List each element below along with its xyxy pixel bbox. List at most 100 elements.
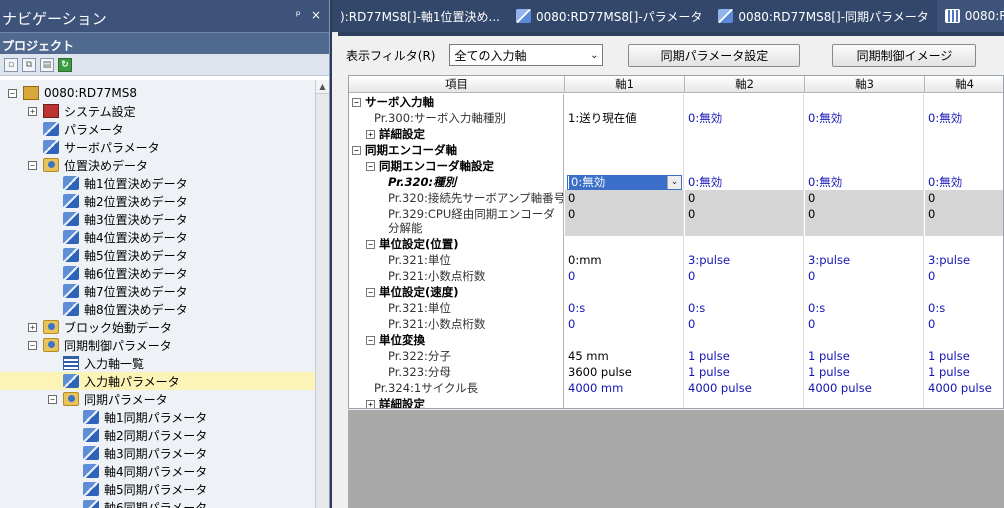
paste-icon[interactable]: ▤ [40,57,54,72]
tree-item[interactable]: − 位置決めデータ [0,156,148,174]
column-header-item[interactable]: 項目 [349,76,565,93]
sync-parameter-settings-button[interactable]: 同期パラメータ設定 [628,43,801,67]
grid-value-cell[interactable]: 0 [925,316,1003,332]
tree-item[interactable]: 軸3同期パラメータ [0,444,207,462]
grid-value-cell[interactable]: 4000 pulse [685,380,804,396]
grid-value-cell[interactable]: 0 [805,268,924,284]
grid-value-cell[interactable]: 3:pulse [805,252,924,268]
tree-item[interactable]: サーボパラメータ [0,138,160,156]
collapse-icon[interactable]: − [366,162,375,171]
column-header-axis[interactable]: 軸1 [565,76,685,93]
tree-item[interactable]: 軸7位置決めデータ [0,282,188,300]
param-icon [83,410,99,424]
grid-value-cell[interactable]: 0:s [565,300,684,316]
tree-item[interactable]: 軸1同期パラメータ [0,408,207,426]
grid-value-cell[interactable]: 3600 pulse [565,364,684,380]
grid-value-cell[interactable]: 1 pulse [685,364,804,380]
display-filter-select[interactable]: 全ての入力軸 ⌄ [449,44,604,66]
expand-icon[interactable]: + [366,130,375,139]
tree-item[interactable]: 入力軸パラメータ [0,372,316,390]
grid-value-cell[interactable]: 4000 pulse [925,380,1003,396]
scroll-up-icon[interactable]: ▲ [316,80,329,94]
tree-item[interactable]: 入力軸一覧 [0,354,144,372]
column-header-axis[interactable]: 軸3 [805,76,925,93]
type-dropdown[interactable]: 0:無効 ⌄ [567,175,682,190]
column-header-axis[interactable]: 軸2 [685,76,805,93]
tree-item[interactable]: + ブロック始動データ [0,318,172,336]
sync-control-image-button[interactable]: 同期制御イメージ [832,43,977,67]
collapse-icon[interactable]: − [28,340,37,350]
tree-item[interactable]: 軸2同期パラメータ [0,426,207,444]
grid-value-cell[interactable]: 0:無効 [925,174,1003,190]
tree-item[interactable]: 軸4同期パラメータ [0,462,207,480]
tree-item[interactable]: 軸6同期パラメータ [0,498,207,508]
expand-icon[interactable]: + [28,322,37,332]
editor-tab[interactable]: 0080:RD77MS8[]-パラメータ [508,0,710,32]
grid-value-cell[interactable]: 45 mm [565,348,684,364]
grid-value-cell[interactable]: 0 [565,268,684,284]
collapse-icon[interactable]: − [352,98,361,107]
tree-item[interactable]: 軸8位置決めデータ [0,300,188,318]
tree-item[interactable]: 軸2位置決めデータ [0,192,188,210]
grid-value-cell[interactable]: 1:送り現在値 [565,110,684,126]
grid-value-cell[interactable]: 0 [925,268,1003,284]
tree-item[interactable]: − 同期制御パラメータ [0,336,172,354]
collapse-icon[interactable]: − [366,336,375,345]
copy-icon[interactable]: ⧉ [22,57,36,72]
collapse-icon[interactable]: − [352,146,361,155]
tree-item[interactable]: 軸3位置決めデータ [0,210,188,228]
grid-value-cell[interactable]: 0:無効 [805,110,924,126]
expand-icon[interactable]: + [28,106,37,116]
tree-item[interactable]: パラメータ [0,120,124,138]
tree-item[interactable]: 軸6位置決めデータ [0,264,188,282]
grid-value-cell[interactable]: 0:s [805,300,924,316]
grid-value: 0 [688,317,696,331]
tree-item[interactable]: 軸1位置決めデータ [0,174,188,192]
grid-value-cell[interactable]: 1 pulse [805,348,924,364]
grid-value-cell[interactable]: 0:無効 [685,174,804,190]
grid-value-cell[interactable]: 4000 pulse [805,380,924,396]
pin-icon[interactable]: ᵖ [296,8,301,32]
collapse-icon[interactable]: − [28,160,37,170]
grid-value-cell[interactable]: 0 [685,316,804,332]
collapse-icon[interactable]: − [366,288,375,297]
editor-tab[interactable]: 0080:RD77MS8[]-同期パラメータ [710,0,936,32]
grid-value-cell[interactable]: 0:無効 [685,110,804,126]
chevron-down-icon[interactable]: ⌄ [667,176,681,189]
grid-item-cell: Pr.320:種別 [349,174,564,190]
editor-tab[interactable]: ):RD77MS8[]-軸1位置決め... [332,0,508,32]
column-header-axis[interactable]: 軸4 [925,76,1003,93]
grid-value-cell[interactable]: 1 pulse [685,348,804,364]
grid-value-cell[interactable]: 0 [685,268,804,284]
grid-value-cell[interactable]: 0:s [925,300,1003,316]
grid-value-cell[interactable]: 3:pulse [925,252,1003,268]
navigation-pane: ナビゲーション ᵖ × プロジェクト ▫ ⧉ ▤ ↻ − 0080:RD77MS8… [0,0,330,508]
grid-value-cell[interactable]: 1 pulse [925,364,1003,380]
collapse-icon[interactable]: − [48,394,57,404]
collapse-icon[interactable]: − [366,240,375,249]
grid-value-cell[interactable]: 0 [805,316,924,332]
tree-scrollbar[interactable]: ▲ [315,80,329,508]
collapse-icon[interactable]: − [8,88,17,98]
grid-value-cell[interactable]: 4000 mm [565,380,684,396]
tree-item[interactable]: − 同期パラメータ [0,390,168,408]
refresh-icon[interactable]: ↻ [58,57,72,72]
tree-item[interactable]: + システム設定 [0,102,136,120]
tree-item[interactable]: 軸5同期パラメータ [0,480,207,498]
grid-value-cell[interactable]: 0:mm [565,252,684,268]
tree-item[interactable]: − 0080:RD77MS8 [0,84,137,102]
grid-value-cell[interactable]: 0 [565,316,684,332]
grid-value-cell[interactable]: 1 pulse [805,364,924,380]
grid-value-cell[interactable]: 0:無効 [805,174,924,190]
close-icon[interactable]: × [311,8,321,32]
editor-tab[interactable]: 0080:RD77MS [936,0,1004,32]
tree-item[interactable]: 軸4位置決めデータ [0,228,188,246]
grid-value-cell[interactable]: 3:pulse [685,252,804,268]
grid-value-cell[interactable]: 0:無効 ⌄ [565,174,684,190]
grid-value-cell[interactable]: 0:s [685,300,804,316]
new-item-icon[interactable]: ▫ [4,57,18,72]
expand-icon[interactable]: + [366,400,375,408]
grid-value-cell[interactable]: 0:無効 [925,110,1003,126]
tree-item[interactable]: 軸5位置決めデータ [0,246,188,264]
grid-value-cell[interactable]: 1 pulse [925,348,1003,364]
